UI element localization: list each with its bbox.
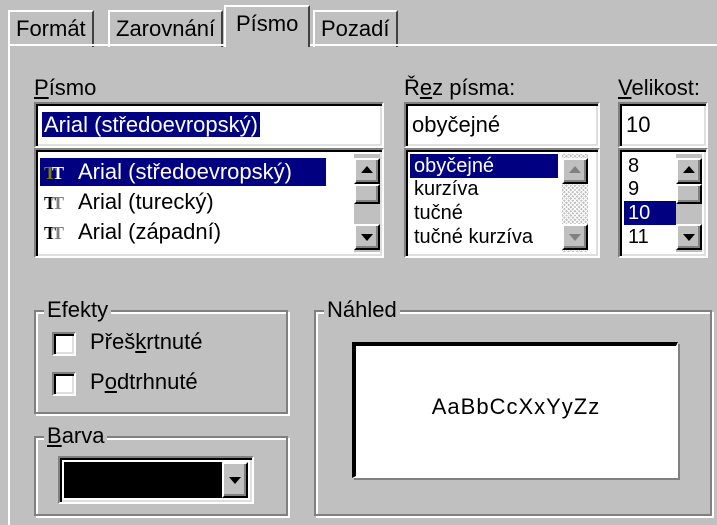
- list-item[interactable]: kurzíva: [410, 177, 478, 201]
- strikethrough-checkbox[interactable]: [52, 332, 76, 356]
- list-item-label: Arial (turecký): [78, 189, 214, 214]
- size-list-scrollbar[interactable]: [676, 154, 702, 252]
- size-label-text: elikost:: [631, 75, 700, 100]
- scroll-down-arrow-icon: [683, 234, 695, 241]
- size-label: Velikost:: [618, 74, 700, 102]
- preview-group: Náhled AaBbCcXxYyZz: [314, 297, 712, 516]
- style-label-access-key: e: [419, 75, 433, 100]
- font-style-input[interactable]: obyčejné: [404, 102, 600, 148]
- chevron-down-icon: [229, 477, 241, 484]
- color-label-access-key: B: [47, 423, 62, 448]
- color-group-title: Barva: [44, 423, 108, 449]
- scroll-up-arrow-icon: [569, 166, 581, 173]
- scroll-down-button[interactable]: [676, 224, 702, 250]
- font-name-input[interactable]: Arial (středoevropský): [34, 102, 384, 148]
- list-item-label: 11: [628, 226, 649, 248]
- font-name-value: Arial (středoevropský): [42, 110, 260, 140]
- font-style-list[interactable]: obyčejné kurzíva tučné tučné kurzíva: [404, 148, 600, 258]
- font-name-list[interactable]: TT Arial (středoevropský) TT Arial (tureck…: [34, 148, 384, 258]
- style-label: Řez písma:: [404, 74, 515, 102]
- scroll-up-button[interactable]: [562, 158, 588, 184]
- scroll-thumb[interactable]: [354, 184, 380, 204]
- list-item[interactable]: 10: [624, 201, 676, 225]
- tab-label: Formát: [16, 16, 86, 41]
- list-item[interactable]: obyčejné: [410, 154, 558, 178]
- list-item-label: Arial (západní): [78, 219, 222, 244]
- truetype-icon: TT: [44, 163, 64, 183]
- list-item-label: kurzíva: [414, 178, 479, 200]
- list-item-label: 10: [628, 202, 651, 224]
- list-item-label: 9: [628, 178, 640, 200]
- tab-label: Pozadí: [321, 16, 390, 41]
- tab-label: Zarovnání: [116, 16, 216, 41]
- scroll-up-button[interactable]: [676, 158, 702, 184]
- tab-alignment[interactable]: Zarovnání: [108, 10, 224, 47]
- scroll-thumb[interactable]: [676, 184, 702, 204]
- preview-box: AaBbCcXxYyZz: [352, 342, 678, 478]
- effects-group: Efekty Přeškrtnuté Podtrhnuté: [34, 297, 288, 414]
- list-item[interactable]: 9: [624, 177, 639, 201]
- list-item-label: 8: [628, 155, 640, 177]
- tab-format[interactable]: Formát: [8, 10, 94, 47]
- list-item[interactable]: TT Arial (středoevropský): [40, 158, 326, 186]
- list-item[interactable]: tučné: [410, 201, 463, 225]
- font-list-scrollbar[interactable]: [354, 154, 380, 252]
- font-label-text: ísmo: [48, 75, 97, 100]
- scroll-up-arrow-icon: [361, 166, 373, 173]
- scroll-down-button[interactable]: [354, 224, 380, 250]
- list-item[interactable]: TT Arial (turecký): [40, 188, 214, 216]
- list-item[interactable]: TT Arial (západní): [40, 218, 221, 246]
- underline-checkbox[interactable]: [52, 372, 76, 396]
- underline-label-prefix: P: [90, 369, 105, 394]
- tab-label: Písmo: [236, 11, 299, 36]
- color-swatch: [64, 462, 222, 498]
- tab-background[interactable]: Pozadí: [313, 10, 398, 47]
- font-name-selected-text: Arial (středoevropský): [42, 112, 260, 137]
- style-label-prefix: Ř: [404, 75, 420, 100]
- list-item-label: Arial (středoevropský): [78, 159, 292, 184]
- size-label-access-key: V: [618, 75, 632, 100]
- scroll-down-button[interactable]: [562, 224, 588, 250]
- scroll-down-arrow-icon: [361, 234, 373, 241]
- font-size-list[interactable]: 8 9 10 11: [618, 148, 708, 258]
- tab-font[interactable]: Písmo: [224, 5, 311, 47]
- font-label: Písmo: [34, 74, 96, 102]
- scroll-up-button[interactable]: [354, 158, 380, 184]
- list-item-label: obyčejné: [414, 155, 495, 177]
- strikethrough-label[interactable]: Přeškrtnuté: [90, 328, 203, 356]
- font-label-access-key: P: [34, 75, 49, 100]
- font-style-value: obyčejné: [412, 112, 501, 137]
- underline-label-access-key: o: [104, 369, 117, 394]
- underline-label-text: dtrhnuté: [116, 369, 198, 394]
- preview-group-title: Náhled: [324, 297, 400, 323]
- preview-sample-text: AaBbCcXxYyZz: [431, 394, 601, 419]
- color-dropdown[interactable]: [58, 456, 254, 504]
- strikethrough-label-access-key: k: [135, 329, 147, 354]
- list-item-label: tučné: [414, 202, 463, 224]
- truetype-icon: TT: [44, 223, 64, 243]
- strikethrough-label-text: rtnuté: [146, 329, 203, 354]
- color-label-text: arva: [61, 423, 105, 448]
- font-size-input[interactable]: 10: [618, 102, 708, 148]
- list-item-label: tučné kurzíva: [414, 226, 533, 248]
- list-item[interactable]: 8: [624, 154, 639, 178]
- color-group: Barva: [34, 423, 288, 516]
- scroll-up-arrow-icon: [683, 166, 695, 173]
- strikethrough-label-prefix: Přeš: [90, 329, 136, 354]
- style-label-text: z písma:: [432, 75, 516, 100]
- font-size-value: 10: [626, 112, 651, 137]
- truetype-icon: TT: [44, 193, 64, 213]
- underline-label[interactable]: Podtrhnuté: [90, 368, 198, 396]
- style-list-scrollbar[interactable]: [562, 154, 588, 252]
- effects-group-title: Efekty: [44, 297, 112, 323]
- list-item[interactable]: tučné kurzíva: [410, 225, 533, 249]
- list-item[interactable]: 11: [624, 225, 649, 249]
- scroll-down-arrow-icon: [569, 234, 581, 241]
- dropdown-button[interactable]: [222, 462, 248, 498]
